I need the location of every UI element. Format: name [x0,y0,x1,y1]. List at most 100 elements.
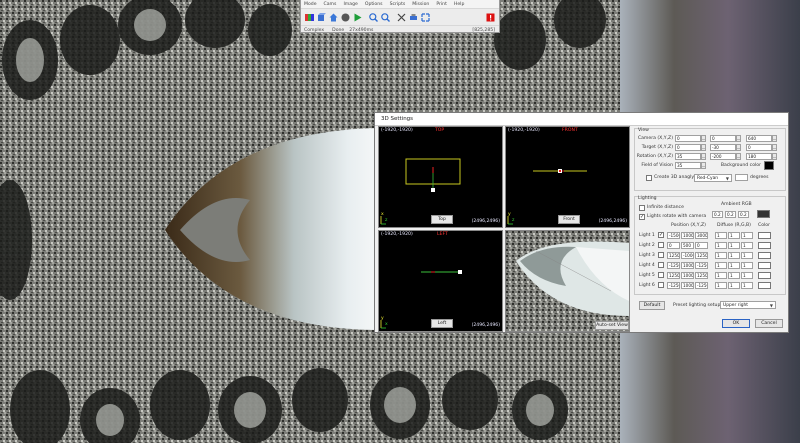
light-enabled-checkbox[interactable] [658,272,664,278]
light-diffuse-r-input[interactable]: 1 [715,282,727,289]
menu-mode[interactable]: Mode [304,2,317,7]
play-icon[interactable] [352,12,362,22]
rotation-z-input[interactable]: 180 [746,153,772,160]
ambient-color-swatch[interactable] [757,210,770,218]
rotation-x-input[interactable]: 35 [675,153,701,160]
infinite-distance-checkbox[interactable] [639,205,645,211]
light-enabled-checkbox[interactable]: ✓ [658,232,664,238]
camera-z-input[interactable]: 640 [746,135,772,142]
menu-scripts[interactable]: Scripts [390,2,406,7]
menu-mission[interactable]: Mission [412,2,429,7]
camera-y-spinner[interactable] [736,135,741,142]
camera-y-input[interactable]: 0 [710,135,736,142]
menu-print[interactable]: Print [436,2,447,7]
front-view[interactable]: (-1920,-1920) FRONT y z Front (2496,2496… [505,126,630,228]
light-diffuse-r-input[interactable]: 1 [715,242,727,249]
zoom-out-icon[interactable] [380,12,390,22]
light-diffuse-b-input[interactable]: 1 [741,242,753,249]
home-icon[interactable] [328,12,338,22]
light-color-swatch[interactable] [758,232,771,239]
light-color-swatch[interactable] [758,262,771,269]
rotation-y-input[interactable]: -200 [710,153,736,160]
light-diffuse-b-input[interactable]: 1 [741,252,753,259]
light-diffuse-b-input[interactable]: 1 [741,282,753,289]
rotation-z-spinner[interactable] [772,153,777,160]
cancel-button[interactable]: Cancel [755,319,783,328]
print-icon[interactable] [408,12,418,22]
light-pos-x-input[interactable]: 1250 [667,252,680,259]
target-z-input[interactable]: 0 [746,144,772,151]
camera-x-spinner[interactable] [701,135,706,142]
light-pos-x-input[interactable]: 1250 [667,272,680,279]
front-view-button[interactable]: Front [558,215,580,224]
top-view[interactable]: (-1920,-1920) TOP x z Top (2496,2496) [378,126,503,228]
degrees-input[interactable] [735,174,748,181]
light-pos-z-input[interactable]: 1250 [695,272,708,279]
light-diffuse-r-input[interactable]: 1 [715,252,727,259]
alert-icon[interactable] [485,12,495,22]
light-pos-y-input[interactable]: 1000 [681,272,694,279]
rotation-y-spinner[interactable] [736,153,741,160]
preview-view[interactable]: Auto-set View [505,230,630,332]
light-diffuse-r-input[interactable]: 1 [715,232,727,239]
light-diffuse-b-input[interactable]: 1 [741,272,753,279]
light-diffuse-b-input[interactable]: 1 [741,232,753,239]
menu-image[interactable]: Image [343,2,357,7]
light-pos-z-input[interactable]: 3000 [695,232,708,239]
light-color-swatch[interactable] [758,252,771,259]
lights-rotate-checkbox[interactable]: ✓ [639,214,645,220]
light-pos-y-input[interactable]: 500 [681,242,694,249]
light-diffuse-g-input[interactable]: 1 [728,272,740,279]
left-view[interactable]: (-1920,-1920) LEFT y x Left (2496,2496) [378,230,503,332]
background-color-swatch[interactable] [764,161,774,170]
light-pos-z-input[interactable]: 1250 [695,252,708,259]
light-pos-y-input[interactable]: 1000 [681,282,694,289]
light-enabled-checkbox[interactable] [658,282,664,288]
target-y-input[interactable]: -30 [710,144,736,151]
rotation-x-spinner[interactable] [701,153,706,160]
anaglyph-mode-select[interactable]: Red-Cyan ▼ [694,174,732,182]
ambient-b-input[interactable]: 0.2 [738,211,749,218]
light-pos-y-input[interactable]: 1000 [681,232,694,239]
menu-help[interactable]: Help [454,2,464,7]
top-view-button[interactable]: Top [431,215,453,224]
left-view-button[interactable]: Left [431,319,453,328]
auto-set-view-button[interactable]: Auto-set View [595,321,629,330]
target-z-spinner[interactable] [772,144,777,151]
preset-select[interactable]: Upper right ▼ [720,301,776,309]
light-diffuse-b-input[interactable]: 1 [741,262,753,269]
ambient-g-input[interactable]: 0.2 [725,211,736,218]
light-diffuse-g-input[interactable]: 1 [728,242,740,249]
light-diffuse-g-input[interactable]: 1 [728,252,740,259]
fov-input[interactable]: 35 [675,162,701,169]
menu-cams[interactable]: Cams [324,2,337,7]
fit-screen-icon[interactable] [420,12,430,22]
light-enabled-checkbox[interactable] [658,262,664,268]
camera-z-spinner[interactable] [772,135,777,142]
zoom-in-icon[interactable] [368,12,378,22]
light-color-swatch[interactable] [758,242,771,249]
fov-spinner[interactable] [701,162,706,169]
light-color-swatch[interactable] [758,282,771,289]
light-enabled-checkbox[interactable] [658,252,664,258]
default-button[interactable]: Default [639,301,665,310]
sphere-icon[interactable] [340,12,350,22]
target-y-spinner[interactable] [736,144,741,151]
light-diffuse-r-input[interactable]: 1 [715,262,727,269]
crop-icon[interactable] [396,12,406,22]
light-pos-x-input[interactable]: 0 [667,242,680,249]
light-pos-y-input[interactable]: -1000 [681,252,694,259]
light-pos-z-input[interactable]: 0 [695,242,708,249]
light-pos-y-input[interactable]: 1000 [681,262,694,269]
light-diffuse-g-input[interactable]: 1 [728,232,740,239]
light-pos-x-input[interactable]: -1250 [667,282,680,289]
light-pos-z-input[interactable]: -1250 [695,282,708,289]
palette-icon[interactable] [304,12,314,22]
light-color-swatch[interactable] [758,272,771,279]
light-pos-z-input[interactable]: -1250 [695,262,708,269]
light-pos-x-input[interactable]: -1250 [667,262,680,269]
cube-icon[interactable] [316,12,326,22]
light-diffuse-r-input[interactable]: 1 [715,272,727,279]
light-enabled-checkbox[interactable] [658,242,664,248]
ok-button[interactable]: OK [722,319,750,328]
